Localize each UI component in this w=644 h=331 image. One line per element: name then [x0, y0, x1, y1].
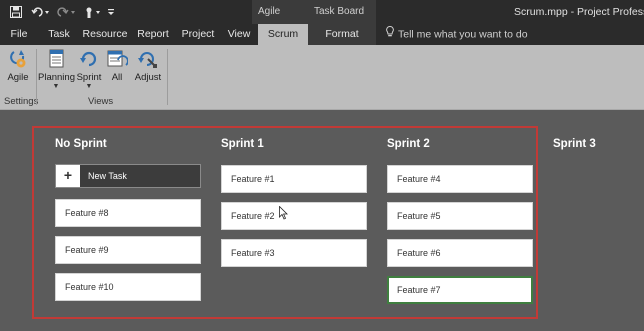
ribbon: Agile Settings Planning ▼ Sprint ▼ All A… — [0, 45, 644, 110]
planning-icon — [45, 48, 67, 70]
new-task-button[interactable]: + New Task — [55, 164, 201, 188]
column-title-sprint-3: Sprint 3 — [553, 138, 596, 150]
undo-icon[interactable] — [30, 4, 52, 20]
task-card[interactable]: Feature #10 — [55, 273, 201, 301]
tab-project[interactable]: Project — [178, 24, 218, 45]
tab-format[interactable]: Format — [308, 24, 376, 45]
document-title: Scrum.mpp - Project Professional — [514, 6, 644, 18]
ribbon-tabs: File Task Resource Report Project View S… — [0, 24, 644, 45]
planning-label: Planning — [38, 72, 75, 83]
tab-file[interactable]: File — [4, 24, 34, 45]
group-separator — [167, 49, 168, 105]
mouse-cursor-icon — [279, 205, 289, 220]
adjust-button[interactable]: Adjust — [131, 48, 165, 83]
task-card[interactable]: Feature #3 — [221, 239, 367, 267]
column-title-no-sprint: No Sprint — [55, 138, 107, 150]
dropdown-caret-icon: ▼ — [85, 83, 93, 90]
task-card[interactable]: Feature #8 — [55, 199, 201, 227]
task-card[interactable]: Feature #6 — [387, 239, 533, 267]
group-label-settings: Settings — [4, 96, 39, 107]
column-title-sprint-2: Sprint 2 — [387, 138, 430, 150]
tab-report[interactable]: Report — [134, 24, 172, 45]
group-label-views: Views — [88, 96, 114, 107]
save-icon[interactable] — [8, 4, 24, 20]
customize-qat-icon[interactable] — [106, 4, 116, 20]
tab-view[interactable]: View — [224, 24, 254, 45]
all-icon — [106, 48, 129, 70]
task-card[interactable]: Feature #2 — [221, 202, 367, 230]
tab-scrum[interactable]: Scrum — [258, 24, 308, 45]
lightbulb-icon — [386, 24, 394, 45]
all-button[interactable]: All — [104, 48, 130, 83]
tab-resource[interactable]: Resource — [82, 24, 128, 45]
tab-task[interactable]: Task — [40, 24, 78, 45]
task-card[interactable]: Feature #4 — [387, 165, 533, 193]
context-tab-task-board-tools: Task Board Tools — [308, 0, 376, 41]
agile-button[interactable]: Agile — [3, 48, 33, 83]
agile-label: Agile — [7, 72, 29, 83]
task-card[interactable]: Feature #5 — [387, 202, 533, 230]
tell-me-search[interactable]: Tell me what you want to do — [386, 24, 528, 45]
sprint-icon — [78, 48, 100, 70]
task-card[interactable]: Feature #1 — [221, 165, 367, 193]
adjust-label: Adjust — [134, 72, 162, 83]
agile-settings-icon — [7, 48, 29, 70]
title-bar: Agile Tools Task Board Tools Scrum.mpp -… — [0, 0, 644, 41]
column-title-sprint-1: Sprint 1 — [221, 138, 264, 150]
planning-button[interactable]: Planning ▼ — [38, 48, 75, 90]
new-task-label: New Task — [88, 171, 127, 181]
context-tab-agile-tools: Agile Tools — [252, 0, 308, 41]
sprint-label: Sprint — [76, 72, 102, 83]
all-label: All — [111, 72, 123, 83]
dropdown-caret-icon: ▼ — [52, 83, 60, 90]
adjust-icon — [137, 48, 159, 70]
task-card[interactable]: Feature #9 — [55, 236, 201, 264]
plus-icon: + — [56, 165, 80, 187]
sprint-button[interactable]: Sprint ▼ — [75, 48, 103, 90]
tell-me-placeholder: Tell me what you want to do — [398, 28, 528, 41]
group-separator — [36, 49, 37, 105]
task-card-selected[interactable]: Feature #7 — [387, 276, 533, 304]
redo-icon[interactable] — [56, 4, 78, 20]
touch-mode-icon[interactable] — [82, 4, 104, 20]
